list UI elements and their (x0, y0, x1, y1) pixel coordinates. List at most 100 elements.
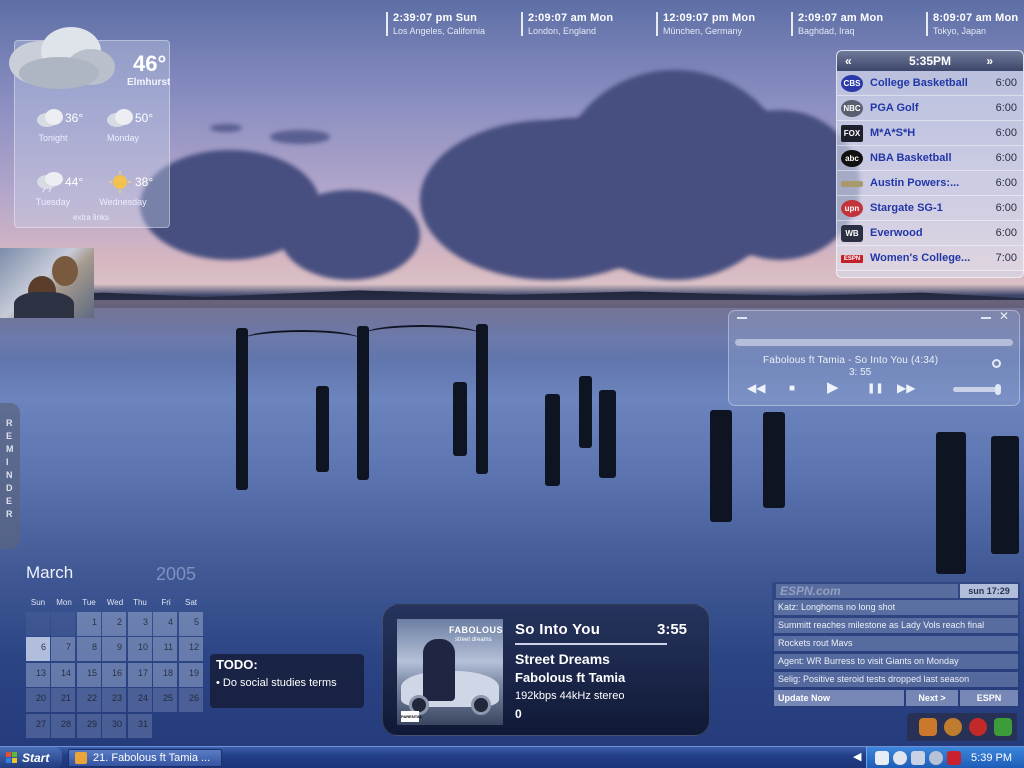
start-button[interactable]: Start (0, 747, 62, 768)
calendar-day[interactable]: 19 (179, 663, 203, 687)
calendar-day[interactable]: 13 (26, 663, 50, 687)
previous-icon[interactable]: ◀◀ (747, 381, 765, 395)
calendar-day[interactable]: 27 (26, 714, 50, 738)
calendar-day[interactable]: 17 (128, 663, 152, 687)
album-title: Street Dreams (515, 651, 610, 667)
calendar-day[interactable]: 8 (77, 637, 101, 661)
calendar-day[interactable]: 2 (102, 612, 126, 636)
pier-post (357, 326, 369, 480)
weather-widget[interactable]: 46° Elmhurst 36° Tonight 50° Monday 44° … (9, 27, 170, 228)
espn-site-button[interactable]: ESPN (960, 690, 1018, 706)
calendar-day[interactable]: 5 (179, 612, 203, 636)
calendar-day[interactable]: 18 (153, 663, 177, 687)
tv-time: 6:00 (995, 202, 1017, 214)
tv-time: 6:00 (995, 177, 1017, 189)
calendar-day[interactable]: 25 (153, 688, 177, 712)
calendar-day[interactable]: 29 (77, 714, 101, 738)
taskbar-clock[interactable]: 5:39 PM (971, 747, 1012, 768)
calendar-day[interactable]: 4 (153, 612, 177, 636)
calendar-day[interactable]: 10 (128, 637, 152, 661)
calendar-day[interactable]: 30 (102, 714, 126, 738)
calendar-day[interactable]: 1 (77, 612, 101, 636)
reminder-tab[interactable]: REMINDER (0, 403, 20, 549)
rain-cloud-icon (37, 172, 63, 193)
close-icon[interactable]: ✕ (999, 309, 1009, 323)
arrow-left-icon[interactable]: « (845, 51, 852, 71)
calendar-day[interactable]: 24 (128, 688, 152, 712)
calendar-day[interactable]: 16 (102, 663, 126, 687)
forecast-temp: 36° (65, 111, 84, 125)
weekday-label: Wed (106, 598, 124, 607)
calendar-day[interactable]: 9 (102, 637, 126, 661)
calendar-day[interactable]: 15 (77, 663, 101, 687)
security-icon[interactable] (893, 751, 907, 765)
calendar-day[interactable]: 12 (179, 637, 203, 661)
player-menu-icon[interactable] (737, 317, 747, 319)
headline-item[interactable]: Agent: WR Burress to visit Giants on Mon… (774, 654, 1018, 669)
calendar-day[interactable]: 7 (51, 637, 75, 661)
antivirus-icon[interactable] (947, 751, 961, 765)
clock-time: 8:09:07 am Mon (933, 12, 1019, 24)
tv-listing-row[interactable]: NBC PGA Golf 6:00 (837, 96, 1023, 121)
progress-line (515, 643, 667, 645)
volume-slider[interactable] (953, 384, 1001, 395)
play-count: 0 (515, 707, 522, 721)
network-icon[interactable] (875, 751, 889, 765)
calendar-day[interactable]: 11 (153, 637, 177, 661)
weather-extra-links[interactable]: extra links (73, 213, 109, 222)
calendar-day[interactable]: 31 (128, 714, 152, 738)
calendar-day[interactable]: 26 (179, 688, 203, 712)
world-clock: 2:39:07 pm Sun Los Angeles, California (386, 12, 485, 36)
stop-icon[interactable]: ■ (789, 383, 795, 394)
clock-time: 2:09:07 am Mon (528, 12, 614, 24)
headline-item[interactable]: Selig: Positive steroid tests dropped la… (774, 672, 1018, 687)
tv-guide-widget: « 5:35PM » CBS College Basketball 6:00 NBC… (836, 50, 1024, 278)
volume-icon[interactable] (929, 751, 943, 765)
tv-listing-row[interactable]: WB Everwood 6:00 (837, 221, 1023, 246)
tv-listing-row[interactable]: ESPN Women's College... 7:00 (837, 246, 1023, 271)
headline-item[interactable]: Summitt reaches milestone as Lady Vols r… (774, 618, 1018, 633)
next-icon[interactable]: ▶▶ (897, 381, 915, 395)
cloudy-icon (107, 109, 133, 127)
cover-figure (423, 639, 455, 701)
tv-listing-row[interactable]: abc NBA Basketball 6:00 (837, 146, 1023, 171)
photo-frame[interactable] (0, 248, 94, 318)
seek-bar[interactable] (735, 339, 1013, 346)
clock-city: London, England (528, 26, 597, 36)
tv-listing-row[interactable]: upn Stargate SG-1 6:00 (837, 196, 1023, 221)
update-now-button[interactable]: Update Now (774, 690, 904, 706)
play-icon[interactable]: ▶ (827, 378, 839, 396)
shutdown-icon[interactable] (969, 718, 987, 736)
power-icon[interactable] (944, 718, 962, 736)
tv-guide-time: 5:35PM (908, 54, 952, 68)
taskbar-window-button[interactable]: 21. Fabolous ft Tamia ... (68, 749, 222, 767)
settings-icon[interactable] (994, 718, 1012, 736)
pier-post (579, 376, 592, 448)
minimize-icon[interactable] (981, 317, 991, 319)
calendar-day[interactable]: 21 (51, 688, 75, 712)
show-hidden-icons-icon[interactable]: ◀ (853, 750, 861, 763)
headline-item[interactable]: Katz: Longhorns no long shot (774, 600, 1018, 615)
clock-city: Baghdad, Iraq (798, 26, 855, 36)
pause-icon[interactable]: ❚❚ (867, 383, 884, 394)
cover-brand: FABOLOUS (449, 625, 503, 635)
calendar-day[interactable]: 22 (77, 688, 101, 712)
tv-listing-row[interactable]: FOX M*A*S*H 6:00 (837, 121, 1023, 146)
calendar-day[interactable]: 23 (102, 688, 126, 712)
next-headline-button[interactable]: Next > (906, 690, 958, 706)
todo-item[interactable]: • Do social studies terms (216, 677, 337, 689)
player-option-icon[interactable] (992, 359, 1001, 368)
tv-listing-row[interactable]: Austin Powers:... 6:00 (837, 171, 1023, 196)
monitor-icon[interactable] (911, 751, 925, 765)
abc-logo-icon: abc (841, 150, 863, 167)
calendar-day[interactable]: 20 (26, 688, 50, 712)
arrow-right-icon[interactable]: » (986, 51, 993, 71)
calendar-day[interactable]: 6 (26, 637, 50, 661)
tv-listing-row[interactable]: CBS College Basketball 6:00 (837, 71, 1023, 96)
key-icon[interactable] (919, 718, 937, 736)
headline-item[interactable]: Rockets rout Mavs (774, 636, 1018, 651)
calendar-day[interactable]: 14 (51, 663, 75, 687)
calendar-day[interactable]: 3 (128, 612, 152, 636)
clock-city: München, Germany (663, 26, 743, 36)
calendar-day[interactable]: 28 (51, 714, 75, 738)
